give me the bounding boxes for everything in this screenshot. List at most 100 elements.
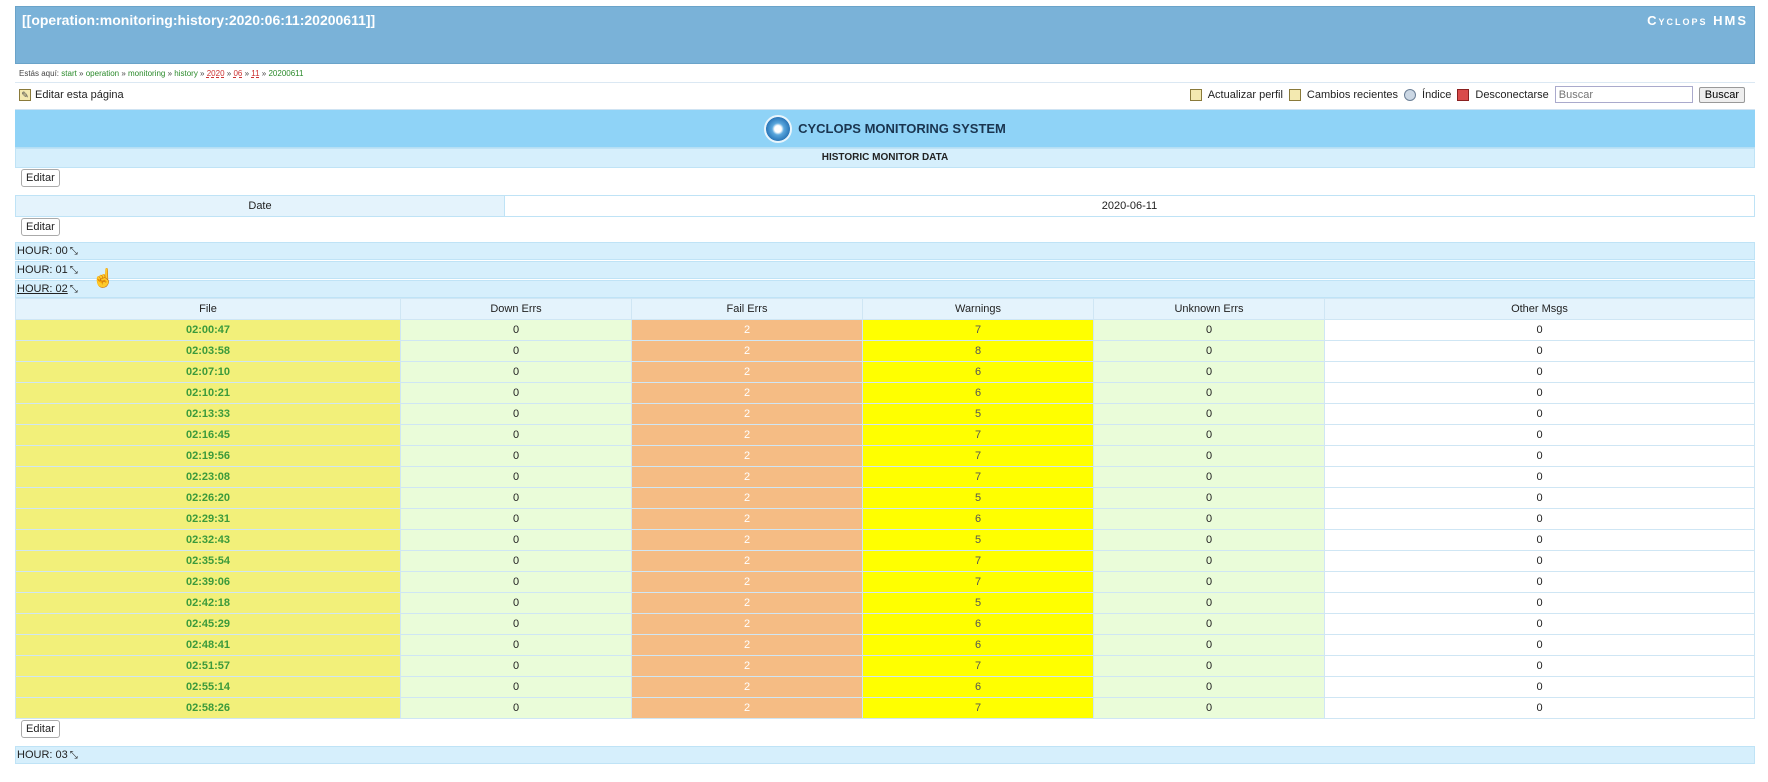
cell-unknown-errs: 0 [1093,361,1325,383]
cell-other-msgs: 0 [1324,550,1755,572]
cell-down-errs: 0 [400,697,632,719]
cell-file[interactable]: 02:19:56 [15,445,401,467]
cell-fail-errs: 2 [631,424,863,446]
edit-date-button[interactable]: Editar [21,218,60,236]
cell-warnings: 7 [862,466,1094,488]
page-header: [[operation:monitoring:history:2020:06:1… [15,6,1755,64]
date-table: Date 2020-06-11 [15,195,1755,217]
cell-file[interactable]: 02:13:33 [15,403,401,425]
cell-other-msgs: 0 [1324,361,1755,383]
cell-file[interactable]: 02:26:20 [15,487,401,509]
cell-unknown-errs: 0 [1093,445,1325,467]
cell-file[interactable]: 02:51:57 [15,655,401,677]
hour-03-toggle[interactable]: HOUR: 03 ⤡ [15,746,1755,764]
cell-other-msgs: 0 [1324,655,1755,677]
hour-00-toggle[interactable]: HOUR: 00 ⤡ [15,242,1755,260]
hour-01-toggle[interactable]: HOUR: 01 ⤡ [15,261,1755,279]
cell-other-msgs: 0 [1324,697,1755,719]
update-profile-link[interactable]: Actualizar perfil [1208,89,1283,101]
cell-file[interactable]: 02:58:26 [15,697,401,719]
search-input[interactable] [1554,86,1693,103]
edit-page-label[interactable]: Editar esta página [35,89,124,101]
col-other-msgs: Other Msgs [1324,298,1755,320]
hour-02-table: File Down Errs Fail Errs Warnings Unknow… [15,298,1755,719]
col-warnings: Warnings [862,298,1094,320]
edit-hour-button[interactable]: Editar [21,720,60,738]
table-row: 02:35:54 0 2 7 0 0 [15,550,1755,572]
cell-fail-errs: 2 [631,487,863,509]
table-row: 02:03:58 0 2 8 0 0 [15,340,1755,362]
page-title[interactable]: [[operation:monitoring:history:2020:06:1… [22,12,375,28]
cell-file[interactable]: 02:32:43 [15,529,401,551]
cell-file[interactable]: 02:29:31 [15,508,401,530]
cell-other-msgs: 0 [1324,466,1755,488]
cell-unknown-errs: 0 [1093,676,1325,698]
recent-changes-icon [1288,88,1301,101]
cell-file[interactable]: 02:23:08 [15,466,401,488]
cell-unknown-errs: 0 [1093,340,1325,362]
site-brand[interactable]: Cyclops HMS [1647,13,1748,28]
cell-file[interactable]: 02:55:14 [15,676,401,698]
crumb-month[interactable]: 06 [233,69,242,78]
table-row: 02:10:21 0 2 6 0 0 [15,382,1755,404]
cell-fail-errs: 2 [631,550,863,572]
banner-title: CYCLOPS MONITORING SYSTEM [798,121,1006,136]
logout-link[interactable]: Desconectarse [1475,89,1548,101]
recent-changes-link[interactable]: Cambios recientes [1307,89,1398,101]
cell-warnings: 7 [862,445,1094,467]
cell-unknown-errs: 0 [1093,508,1325,530]
section-title: HISTORIC MONITOR DATA [15,148,1755,168]
search-button[interactable]: Buscar [1698,86,1745,103]
cell-unknown-errs: 0 [1093,382,1325,404]
table-row: 02:16:45 0 2 7 0 0 [15,424,1755,446]
cell-file[interactable]: 02:10:21 [15,382,401,404]
edit-page-link[interactable]: ✎ Editar esta página [19,89,124,101]
crumb-operation[interactable]: operation [86,69,119,78]
cell-file[interactable]: 02:45:29 [15,613,401,635]
edit-section-button[interactable]: Editar [21,169,60,187]
index-link[interactable]: Índice [1422,89,1451,101]
cell-file[interactable]: 02:42:18 [15,592,401,614]
cell-warnings: 5 [862,529,1094,551]
cell-down-errs: 0 [400,466,632,488]
col-unknown-errs: Unknown Errs [1093,298,1325,320]
cell-down-errs: 0 [400,487,632,509]
crumb-monitoring[interactable]: monitoring [128,69,165,78]
cell-down-errs: 0 [400,592,632,614]
crumb-year[interactable]: 2020 [207,69,225,78]
cell-down-errs: 0 [400,403,632,425]
cell-fail-errs: 2 [631,571,863,593]
crumb-history[interactable]: history [174,69,198,78]
cell-file[interactable]: 02:16:45 [15,424,401,446]
cell-file[interactable]: 02:48:41 [15,634,401,656]
table-row: 02:26:20 0 2 5 0 0 [15,487,1755,509]
crumb-page[interactable]: 20200611 [268,69,303,78]
cell-warnings: 7 [862,571,1094,593]
hour-02-toggle[interactable]: HOUR: 02 ⤡ [15,280,1755,298]
crumb-day[interactable]: 11 [251,69,259,78]
collapse-icon: ⤡ [69,284,78,295]
cell-fail-errs: 2 [631,361,863,383]
user-tools: Actualizar perfil Cambios recientes Índi… [1189,86,1745,103]
cell-file[interactable]: 02:39:06 [15,571,401,593]
cell-fail-errs: 2 [631,676,863,698]
cell-fail-errs: 2 [631,508,863,530]
profile-icon [1189,88,1202,101]
cell-unknown-errs: 0 [1093,466,1325,488]
cell-file[interactable]: 02:00:47 [15,319,401,341]
table-row: 02:48:41 0 2 6 0 0 [15,634,1755,656]
cell-warnings: 6 [862,382,1094,404]
cell-file[interactable]: 02:03:58 [15,340,401,362]
crumb-start[interactable]: start [61,69,77,78]
cell-warnings: 7 [862,655,1094,677]
cell-fail-errs: 2 [631,655,863,677]
magnifier-icon [1404,88,1417,101]
cell-unknown-errs: 0 [1093,424,1325,446]
pencil-icon: ✎ [19,89,31,101]
cell-file[interactable]: 02:35:54 [15,550,401,572]
cell-file[interactable]: 02:07:10 [15,361,401,383]
cell-fail-errs: 2 [631,319,863,341]
cell-unknown-errs: 0 [1093,487,1325,509]
cell-other-msgs: 0 [1324,592,1755,614]
cell-unknown-errs: 0 [1093,697,1325,719]
